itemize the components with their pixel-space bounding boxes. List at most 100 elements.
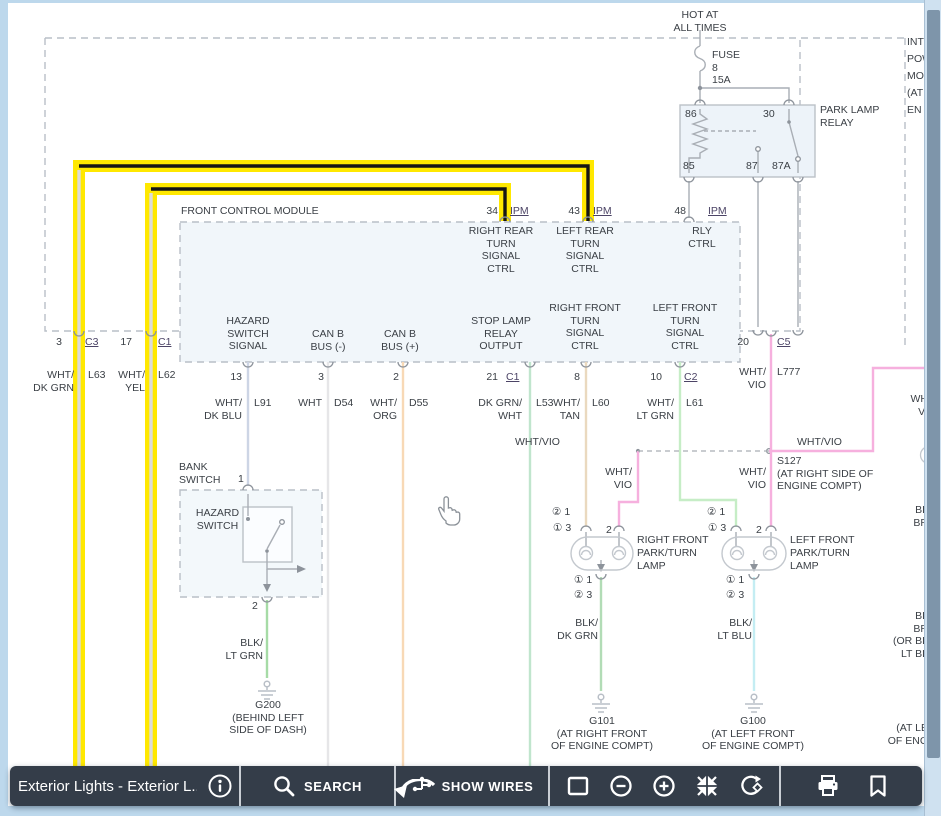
vertical-scrollbar[interactable]	[924, 0, 941, 816]
label-wht-dk-grn: WHT/ DK GRN	[16, 369, 74, 394]
zoom-in-icon[interactable]	[652, 774, 676, 798]
rlamp-pin-2-3: ② 3	[574, 589, 592, 602]
relay-pin-87a: 87A	[772, 160, 791, 173]
label-blk-lt-grn: BLK/ LT GRN	[205, 637, 263, 662]
label-canb-minus: CAN B BUS (-)	[293, 328, 363, 353]
label-stop-lamp-relay: STOP LAMP RELAY OUTPUT	[456, 315, 546, 353]
label-right-front-turn: RIGHT FRONT TURN SIGNAL CTRL	[540, 302, 630, 352]
print-icon[interactable]	[815, 774, 841, 798]
search-label: SEARCH	[304, 779, 362, 794]
label-wht-vio-l777: WHT/ VIO	[708, 366, 766, 391]
rotate-icon[interactable]	[738, 774, 764, 798]
label-fuse: FUSE 8 15A	[712, 49, 740, 87]
viewer-toolbar: Exterior Lights - Exterior L... SEARCH	[10, 766, 922, 806]
label-l61: L61	[686, 397, 704, 410]
label-s127: S127 (AT RIGHT SIDE OF ENGINE COMPT)	[777, 455, 887, 493]
ground-g101	[592, 694, 610, 712]
label-bank-switch: BANK SWITCH	[179, 461, 220, 486]
pin-21: 21	[478, 371, 498, 384]
label-l62: L62	[158, 369, 176, 382]
label-rly-ctrl: RLY CTRL	[672, 225, 732, 250]
label-hot-at-all-times: HOT AT ALL TIMES	[655, 9, 745, 34]
label-park-lamp-relay: PARK LAMP RELAY	[820, 104, 879, 129]
link-c3[interactable]: C3	[85, 336, 98, 349]
ground-g200	[258, 681, 276, 699]
link-ipm-3[interactable]: IPM	[708, 205, 727, 218]
label-wht-vio-branch: WHT/ VIO	[574, 466, 632, 491]
diagram-title-section: Exterior Lights - Exterior L...	[10, 766, 241, 806]
relay-pin-85: 85	[683, 160, 695, 173]
undo-icon[interactable]	[388, 779, 440, 806]
label-blk-dk-grn: BLK/ DK GRN	[540, 617, 598, 642]
link-ipm-1[interactable]: IPM	[510, 205, 529, 218]
wiring-diagram-viewer: HOT AT ALL TIMES FUSE 8 15A 86 30 85 87 …	[0, 0, 941, 816]
pin-2b: 2	[379, 371, 399, 384]
label-wht-vio-main: WHT/ VIO	[708, 466, 766, 491]
pin-34: 34	[478, 205, 498, 218]
hand-cursor	[437, 494, 467, 528]
link-c1-a[interactable]: C1	[158, 336, 171, 349]
label-canb-plus: CAN B BUS (+)	[365, 328, 435, 353]
fuse-symbol	[695, 46, 706, 71]
link-c2[interactable]: C2	[684, 371, 697, 384]
label-wht: WHT	[264, 397, 322, 410]
label-frag-at-left: (AT LE OF ENG	[846, 722, 928, 747]
pin-8: 8	[560, 371, 580, 384]
pin-13: 13	[222, 371, 242, 384]
pin-48: 48	[666, 205, 686, 218]
label-wht-yel: WHT/ YEL	[87, 369, 145, 394]
rectangle-select-icon[interactable]	[566, 774, 590, 798]
label-l777: L777	[777, 366, 800, 379]
search-button[interactable]: SEARCH	[273, 775, 362, 797]
bank-pin-2: 2	[252, 600, 258, 613]
link-ipm-2[interactable]: IPM	[593, 205, 612, 218]
llamp-pin-1-3: ① 3	[708, 522, 726, 535]
label-g200: G200 (BEHIND LEFT SIDE OF DASH)	[203, 699, 333, 737]
relay-pin-30: 30	[763, 108, 775, 121]
pin-20: 20	[729, 336, 749, 349]
pin-3: 3	[42, 336, 62, 349]
bookmark-icon[interactable]	[867, 774, 889, 798]
link-c1-b[interactable]: C1	[506, 371, 519, 384]
link-c5[interactable]: C5	[777, 336, 790, 349]
bank-pin-1: 1	[238, 473, 244, 486]
label-frag-or: BL BR (OR BL LT BL	[846, 610, 928, 660]
search-section: SEARCH	[241, 766, 396, 806]
ground-symbols	[258, 681, 763, 712]
label-l60: L60	[592, 397, 610, 410]
label-left-front-park-turn-lamp: LEFT FRONT PARK/TURN LAMP	[790, 534, 880, 573]
label-blk-lt-blu: BLK/ LT BLU	[694, 617, 752, 642]
label-wht-tan: WHT/ TAN	[522, 397, 580, 422]
label-wht-lt-grn: WHT/ LT GRN	[616, 397, 674, 422]
label-right-front-park-turn-lamp: RIGHT FRONT PARK/TURN LAMP	[637, 534, 727, 573]
rlamp-pin-1-1: ① 1	[574, 574, 592, 587]
rlamp-pin-2: 2	[606, 524, 612, 537]
pin-43: 43	[560, 205, 580, 218]
label-left-rear-turn: LEFT REAR TURN SIGNAL CTRL	[540, 225, 630, 275]
diagram-title: Exterior Lights - Exterior L...	[18, 778, 197, 795]
output-section	[781, 766, 922, 806]
rlamp-pin-1-3: ① 3	[553, 522, 571, 535]
label-g101: G101 (AT RIGHT FRONT OF ENGINE COMPT)	[532, 715, 672, 753]
pin-10: 10	[642, 371, 662, 384]
search-icon	[273, 775, 295, 797]
scrollbar-thumb[interactable]	[927, 10, 940, 758]
llamp-pin-2: 2	[756, 524, 762, 537]
pin-3b: 3	[304, 371, 324, 384]
zoom-out-icon[interactable]	[609, 774, 633, 798]
llamp-pin-1-1: ① 1	[726, 574, 744, 587]
rlamp-pin-2-1: ② 1	[552, 506, 570, 519]
llamp-pin-2-3: ② 3	[726, 589, 744, 602]
label-front-control-module: FRONT CONTROL MODULE	[181, 205, 319, 218]
pin-17: 17	[112, 336, 132, 349]
info-icon[interactable]	[207, 773, 233, 799]
fit-to-screen-icon[interactable]	[695, 774, 719, 798]
relay-pin-87: 87	[746, 160, 758, 173]
label-frag-blk-brn: BL BR	[868, 504, 928, 529]
llamp-pin-2-1: ② 1	[707, 506, 725, 519]
label-left-front-turn: LEFT FRONT TURN SIGNAL CTRL	[640, 302, 730, 352]
ground-g100	[745, 694, 763, 712]
label-hazard-switch-signal: HAZARD SWITCH SIGNAL	[203, 315, 293, 353]
show-wires-label: SHOW WIRES	[442, 779, 534, 794]
label-right-rear-turn: RIGHT REAR TURN SIGNAL CTRL	[456, 225, 546, 275]
